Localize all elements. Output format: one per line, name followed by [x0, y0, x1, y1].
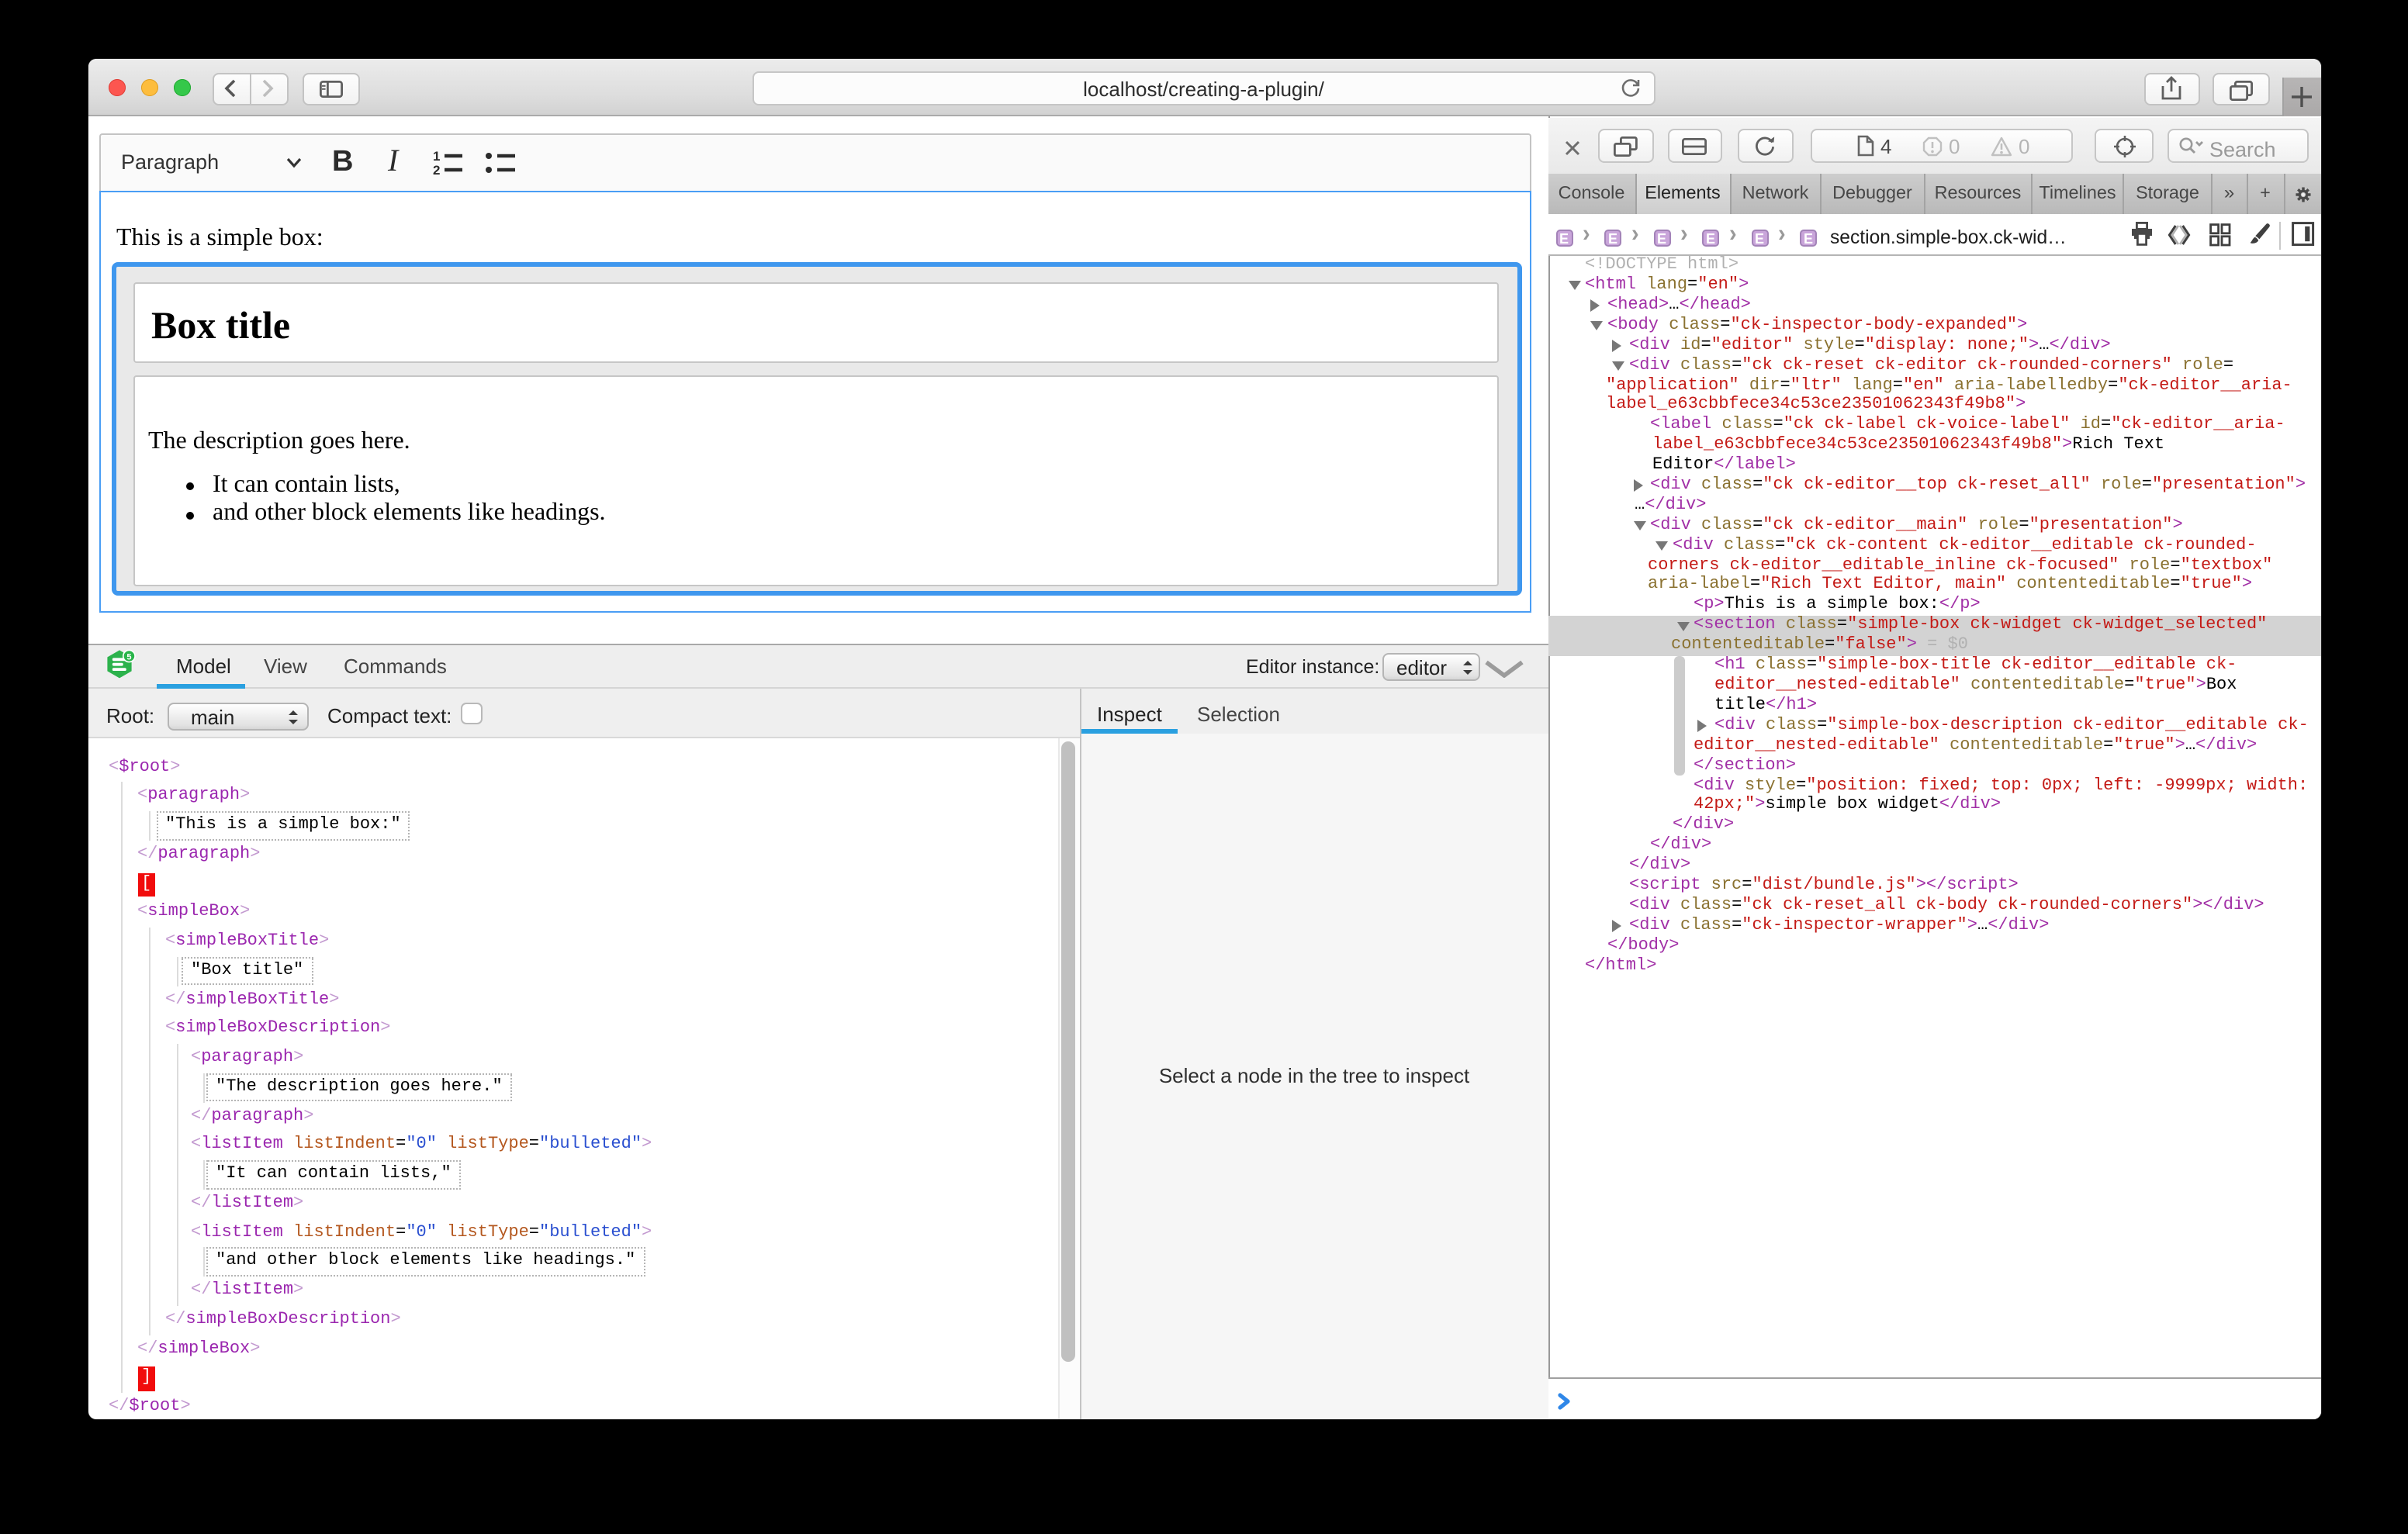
svg-text:1: 1 — [433, 148, 440, 163]
svg-text:2: 2 — [433, 162, 440, 174]
svg-text:5: 5 — [126, 652, 131, 662]
